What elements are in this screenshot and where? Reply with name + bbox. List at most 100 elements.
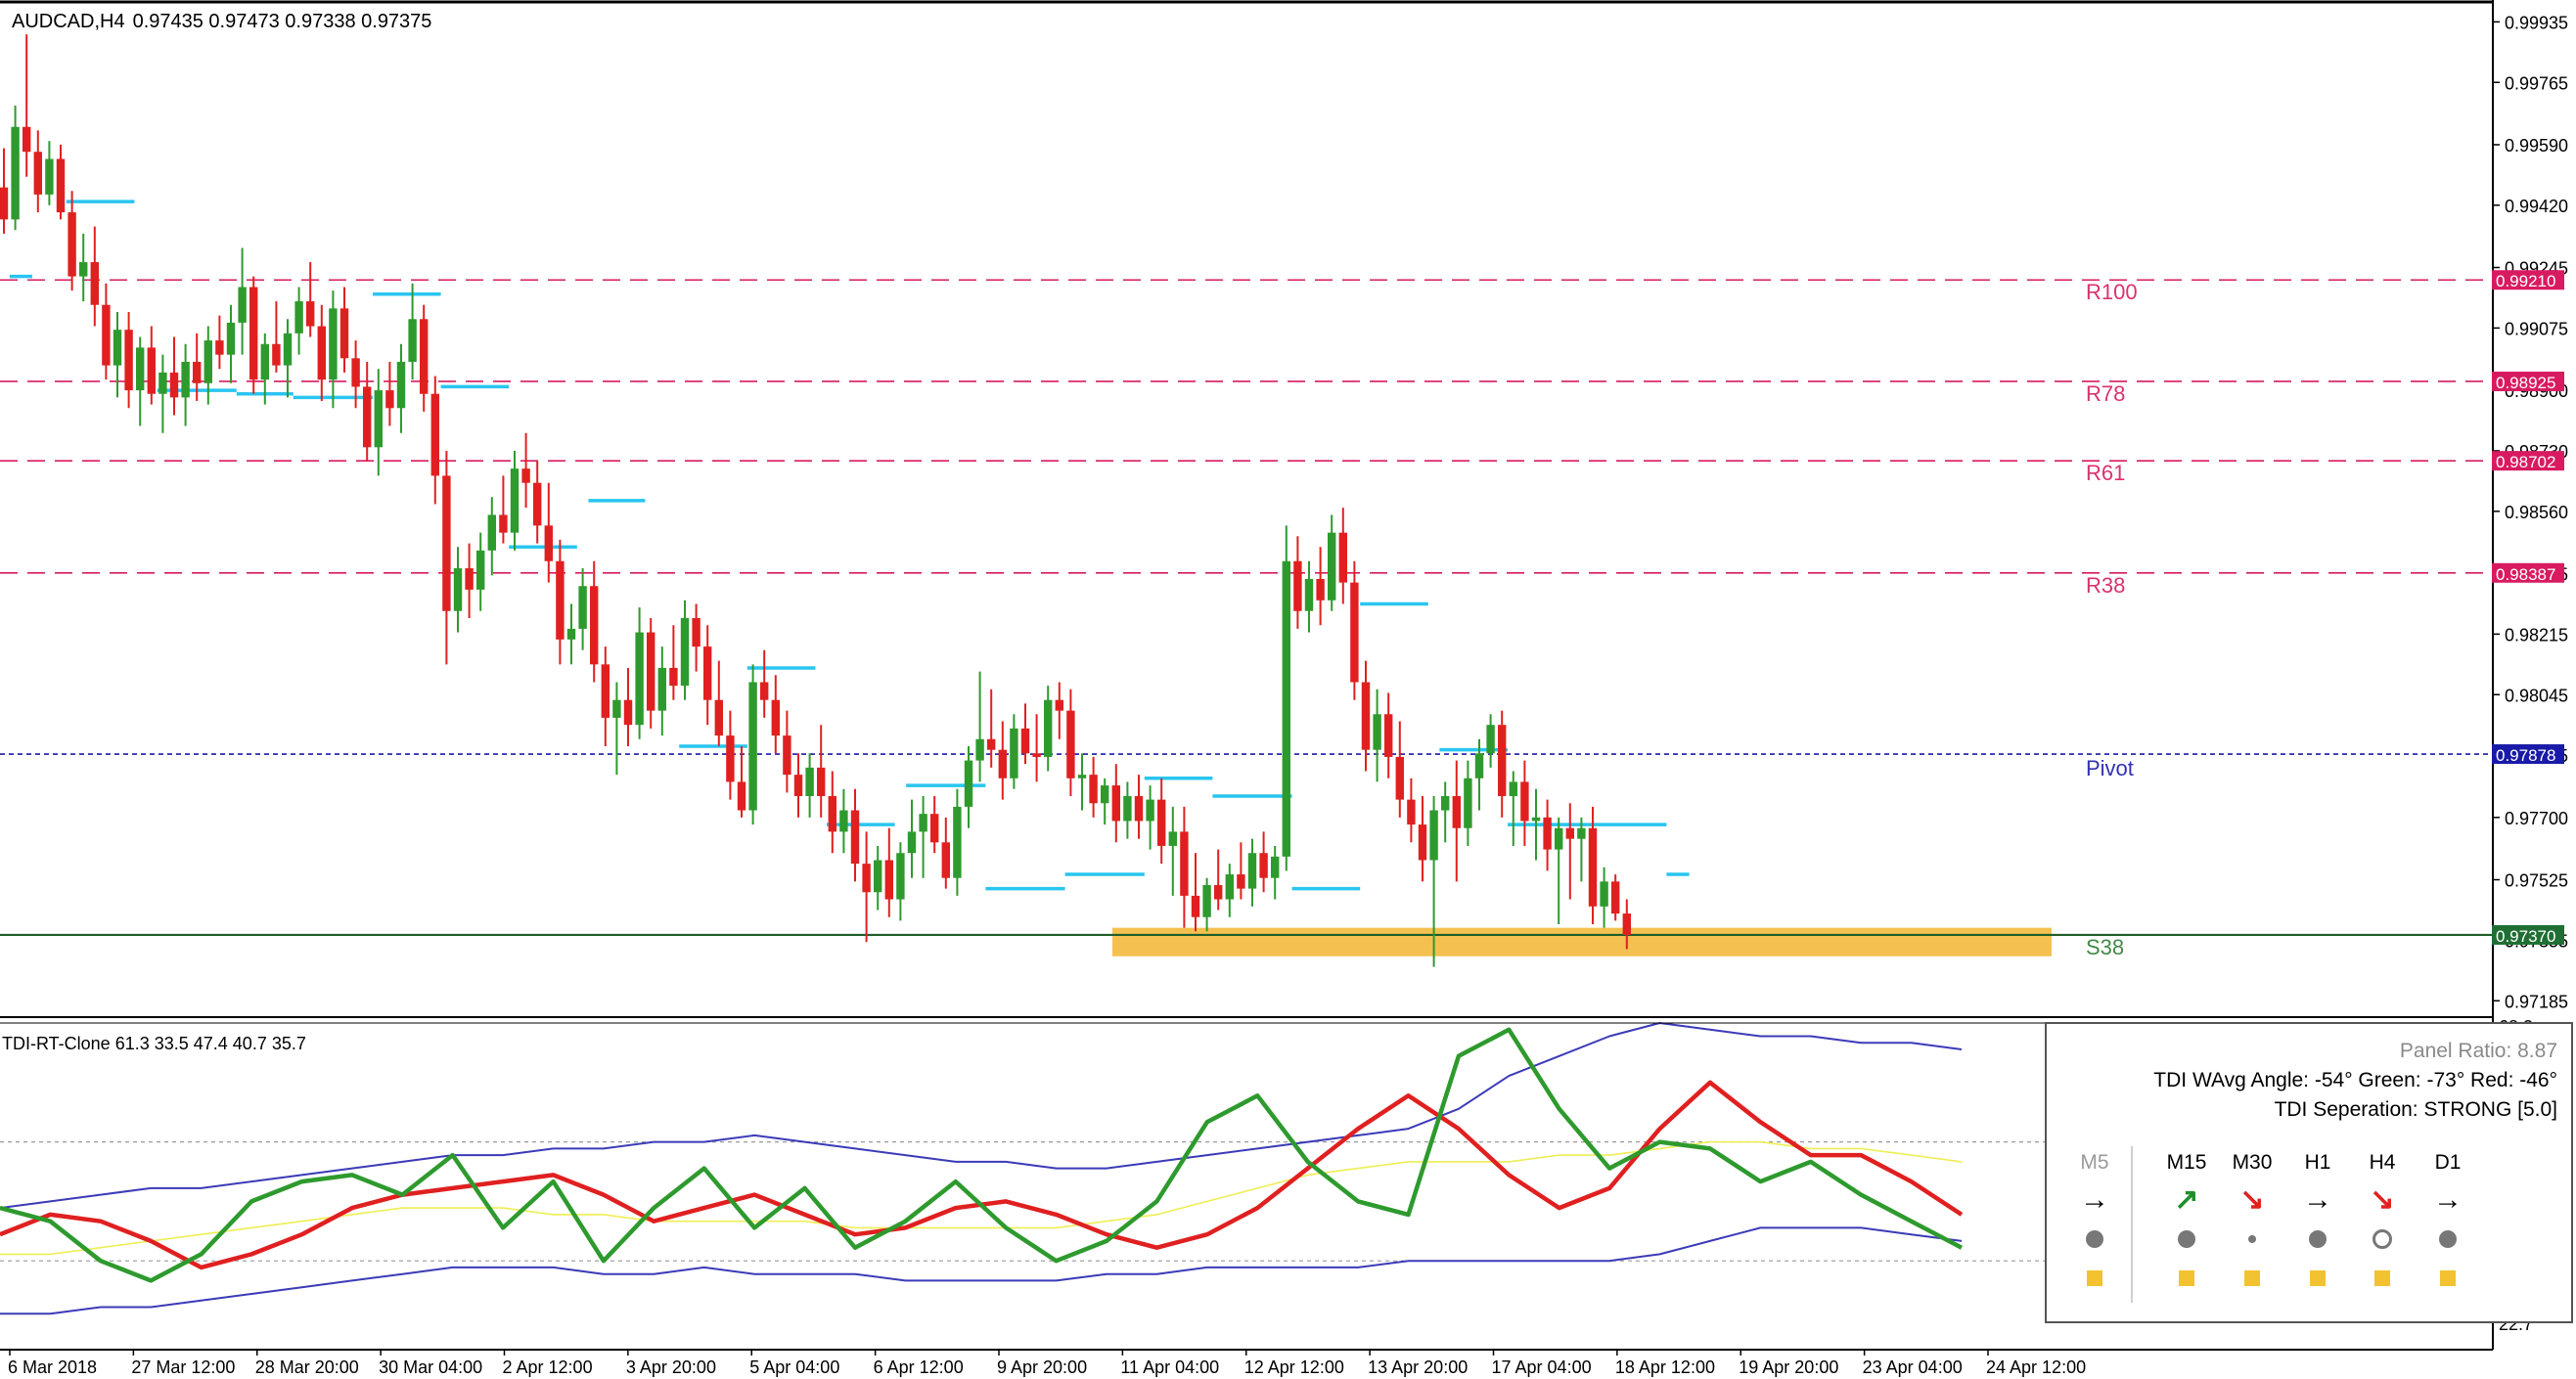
candle bbox=[657, 646, 666, 736]
time-tick-label: 23 Apr 04:00 bbox=[1863, 1357, 1963, 1377]
candle-body bbox=[215, 340, 224, 355]
candle bbox=[317, 304, 326, 401]
candle-body bbox=[23, 126, 31, 153]
candle bbox=[147, 326, 156, 405]
candle-body bbox=[850, 810, 860, 865]
candle-body bbox=[1134, 795, 1144, 822]
candle-body bbox=[703, 646, 712, 700]
level-label-r100: R100 bbox=[2086, 280, 2138, 304]
candle bbox=[385, 361, 394, 426]
time-tick-label: 2 Apr 12:00 bbox=[503, 1357, 593, 1377]
candle-body bbox=[317, 326, 326, 380]
candle-body bbox=[1565, 827, 1574, 839]
candle-body bbox=[1407, 799, 1416, 825]
candle bbox=[1441, 781, 1450, 843]
candle-body bbox=[45, 158, 54, 195]
candle bbox=[113, 312, 122, 398]
candle-body bbox=[680, 618, 690, 687]
candle-body bbox=[692, 618, 700, 647]
right-arrow-icon: → bbox=[2433, 1183, 2463, 1216]
candle-body bbox=[1247, 853, 1257, 889]
candle bbox=[1101, 778, 1109, 825]
candle bbox=[294, 287, 303, 355]
candle bbox=[941, 817, 950, 889]
candle-body bbox=[1373, 714, 1381, 750]
candle-body bbox=[771, 699, 780, 736]
candle bbox=[1020, 703, 1030, 765]
candle-body bbox=[1418, 824, 1427, 861]
candle-body bbox=[964, 760, 973, 807]
chart-title: AUDCAD,H4 0.97435 0.97473 0.97338 0.97375 bbox=[12, 11, 431, 32]
candle bbox=[566, 603, 576, 665]
candle-body bbox=[1316, 578, 1325, 601]
candle-body bbox=[249, 287, 258, 380]
candle bbox=[215, 315, 224, 370]
candle-body bbox=[998, 749, 1007, 778]
candle-body bbox=[169, 372, 179, 398]
candle bbox=[783, 710, 791, 793]
candle bbox=[805, 753, 814, 818]
candle bbox=[1271, 845, 1280, 900]
candle bbox=[1293, 536, 1302, 629]
candle bbox=[430, 376, 439, 505]
candle-body bbox=[930, 814, 939, 843]
candle-body bbox=[1350, 582, 1359, 683]
candle bbox=[102, 283, 111, 380]
candle bbox=[1373, 689, 1381, 782]
candle bbox=[476, 532, 485, 611]
candle bbox=[1384, 692, 1393, 778]
price-tick-label: 0.97700 bbox=[2505, 809, 2568, 828]
candle bbox=[1032, 714, 1041, 782]
status-dot-icon bbox=[2348, 1220, 2417, 1259]
status-square-icon bbox=[2152, 1259, 2221, 1298]
time-tick-label: 3 Apr 20:00 bbox=[626, 1357, 716, 1377]
candle bbox=[1180, 806, 1189, 928]
candle-body bbox=[1622, 913, 1631, 935]
candle bbox=[692, 603, 700, 672]
price-tick-label: 0.98215 bbox=[2505, 625, 2568, 645]
candle bbox=[1202, 877, 1211, 932]
candle bbox=[0, 148, 9, 234]
candle-body bbox=[102, 304, 111, 366]
candle-body bbox=[1486, 725, 1495, 754]
status-square-icon bbox=[2060, 1259, 2129, 1298]
candle-body bbox=[1237, 874, 1245, 889]
candle-body bbox=[1452, 795, 1461, 828]
candle bbox=[578, 568, 587, 650]
timeframe-m5: M5 → bbox=[2060, 1151, 2129, 1298]
candle bbox=[226, 304, 236, 383]
price-tick-label: 0.98045 bbox=[2505, 686, 2568, 705]
candle bbox=[1247, 838, 1257, 907]
candle bbox=[249, 276, 258, 394]
candle-body bbox=[612, 699, 621, 718]
timeframe-m30: M30 ↘ bbox=[2218, 1151, 2286, 1298]
candle bbox=[1055, 682, 1063, 739]
timeframe-label: M5 bbox=[2080, 1151, 2109, 1174]
candle bbox=[1191, 853, 1200, 932]
status-dot-icon bbox=[2060, 1220, 2129, 1259]
candle-body bbox=[1361, 682, 1371, 750]
candle-body bbox=[953, 806, 962, 878]
status-square-icon bbox=[2348, 1259, 2417, 1298]
level-price-tag-label: 0.99210 bbox=[2496, 272, 2555, 290]
price-chart[interactable]: R100 R78 R61 R38 Pivot S38 bbox=[0, 34, 2493, 967]
candle-body bbox=[1157, 799, 1166, 846]
candle-body bbox=[363, 386, 372, 448]
candle-body bbox=[1077, 775, 1087, 778]
candle bbox=[465, 543, 474, 619]
level-price-tag-label: 0.97370 bbox=[2496, 927, 2555, 946]
candle bbox=[363, 361, 372, 462]
candle bbox=[45, 141, 54, 205]
candle-body bbox=[896, 853, 905, 900]
candle-body bbox=[987, 738, 996, 750]
candle bbox=[158, 354, 167, 433]
price-tick-label: 0.99765 bbox=[2505, 73, 2568, 93]
candle bbox=[874, 845, 882, 911]
candle bbox=[1555, 817, 1563, 925]
candle bbox=[862, 831, 871, 943]
candle bbox=[124, 312, 133, 409]
candle-body bbox=[113, 330, 122, 366]
candle-body bbox=[487, 514, 496, 551]
candle-body bbox=[453, 568, 463, 611]
candle-body bbox=[510, 468, 520, 533]
